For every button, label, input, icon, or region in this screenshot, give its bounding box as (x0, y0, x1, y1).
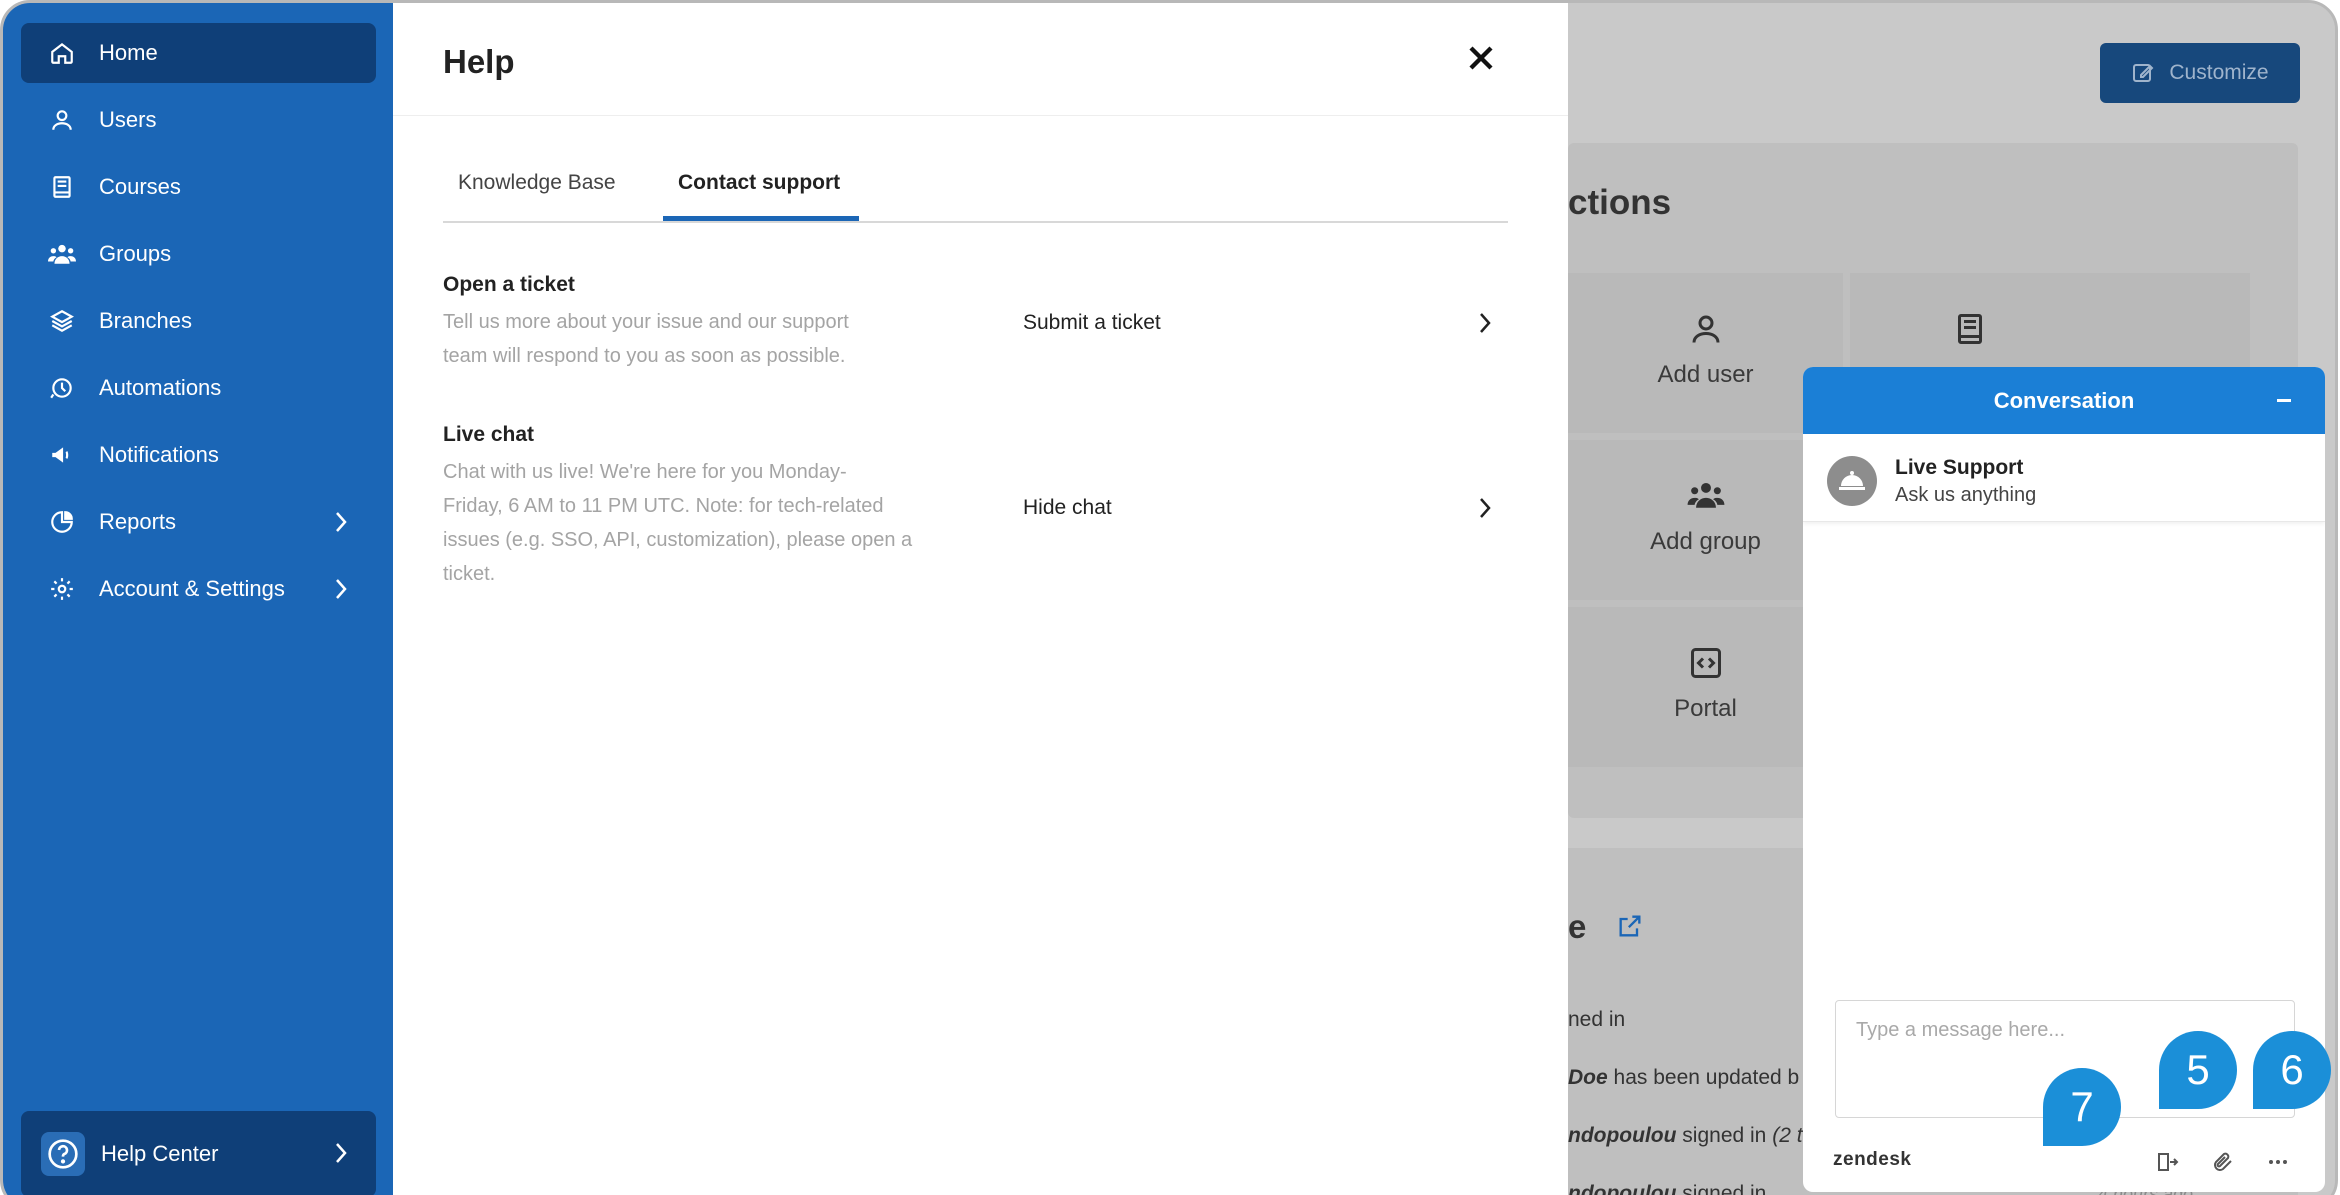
sidebar-item-label: Automations (99, 375, 222, 400)
sidebar-item-notifications[interactable]: Notifications (21, 425, 376, 485)
chevron-right-icon (334, 510, 348, 540)
sidebar-item-label: Groups (99, 241, 172, 266)
code-icon (1688, 645, 1724, 686)
minimize-icon[interactable] (2277, 399, 2291, 402)
tile-label: Portal (1674, 695, 1737, 722)
gear-icon (47, 574, 77, 604)
sidebar-item-label: Home (99, 40, 158, 65)
submit-ticket-link[interactable]: Submit a ticket (1023, 311, 1161, 335)
agent-info: Live Support Ask us anything (1803, 434, 2325, 522)
timeline-entry: Doe has been updated b (1568, 1066, 1800, 1089)
tile-add-user[interactable]: Add user (1568, 273, 1843, 433)
agent-name: Live Support (1895, 456, 2024, 479)
timeline-heading: e (1568, 908, 1644, 948)
help-center-label: Help Center (101, 1141, 219, 1166)
sidebar-item-automations[interactable]: Automations (21, 358, 376, 418)
callout-marker-5: 5 (2159, 1031, 2237, 1109)
callout-marker-7: 7 (2043, 1068, 2121, 1146)
open-ticket-title: Open a ticket (443, 273, 575, 296)
avatar (1827, 456, 1877, 506)
tile-add-group[interactable]: Add group (1568, 440, 1843, 600)
close-button[interactable] (1466, 43, 1502, 79)
group-icon (1686, 478, 1726, 517)
tab-knowledge-base[interactable]: Knowledge Base (458, 171, 616, 195)
question-icon (41, 1132, 85, 1176)
sidebar-item-reports[interactable]: Reports (21, 492, 376, 552)
timeline-entry: ned in (1568, 1008, 1626, 1031)
sidebar-item-label: Users (99, 107, 157, 132)
zendesk-logo: zendesk (1833, 1149, 1912, 1170)
live-chat-description: Chat with us live! We're here for you Mo… (443, 461, 913, 585)
book-icon (1952, 311, 1988, 352)
end-chat-icon[interactable] (2153, 1147, 2183, 1177)
chevron-right-icon (334, 577, 348, 607)
tab-contact-support[interactable]: Contact support (678, 171, 840, 195)
paperclip-icon[interactable] (2208, 1147, 2238, 1177)
close-icon (1469, 46, 1493, 70)
sidebar-item-users[interactable]: Users (21, 90, 376, 150)
customize-label: Customize (2169, 61, 2269, 84)
chat-title: Conversation (1993, 387, 2135, 413)
page-title: Help (443, 43, 515, 80)
edit-icon (2131, 61, 2155, 85)
timeline-entry: ndopoulou signed in (1568, 1182, 1767, 1195)
chevron-right-icon[interactable] (1478, 496, 1492, 525)
app-frame: Home Users Courses Groups Branches Autom… (0, 0, 2338, 1195)
pie-chart-icon (47, 507, 77, 537)
sidebar-item-branches[interactable]: Branches (21, 291, 376, 351)
group-icon (47, 239, 77, 269)
chat-widget: Conversation Live Support Ask us anythin… (1803, 367, 2325, 1192)
layers-icon (47, 306, 77, 336)
tile-label: Add user (1657, 361, 1754, 388)
hide-chat-link[interactable]: Hide chat (1023, 496, 1112, 520)
megaphone-icon (47, 440, 77, 470)
header-divider (393, 115, 1568, 116)
user-icon (47, 105, 77, 135)
sidebar-item-label: Account & Settings (99, 576, 285, 601)
tile-label: Add group (1650, 528, 1761, 555)
sidebar-item-groups[interactable]: Groups (21, 224, 376, 284)
timeline-entry: ndopoulou signed in (2 t (1568, 1124, 1803, 1147)
actions-heading: ctions (1568, 183, 1672, 222)
user-icon (1688, 311, 1724, 352)
chevron-right-icon[interactable] (1478, 311, 1492, 340)
more-options-icon[interactable] (2263, 1147, 2293, 1177)
help-center-button[interactable]: Help Center (21, 1111, 376, 1195)
sidebar: Home Users Courses Groups Branches Autom… (3, 3, 393, 1195)
help-tabs: Knowledge Base Contact support (443, 163, 1508, 223)
open-ticket-description: Tell us more about your issue and our su… (443, 311, 849, 367)
customize-button[interactable]: Customize (2100, 43, 2300, 103)
sidebar-item-account-settings[interactable]: Account & Settings (21, 559, 376, 619)
sidebar-item-label: Reports (99, 509, 177, 534)
book-icon (47, 172, 77, 202)
sidebar-item-label: Courses (99, 174, 181, 199)
callout-marker-6: 6 (2253, 1031, 2331, 1109)
sidebar-item-home[interactable]: Home (21, 23, 376, 83)
sidebar-item-label: Notifications (99, 442, 219, 467)
chevron-right-icon (334, 1141, 348, 1171)
sidebar-item-label: Branches (99, 308, 192, 333)
active-tab-indicator (663, 216, 859, 221)
home-icon (47, 38, 77, 68)
tile-portal[interactable]: Portal (1568, 607, 1843, 767)
automation-icon (47, 373, 77, 403)
chat-header: Conversation (1803, 367, 2325, 434)
help-panel: Help Knowledge Base Contact support Open… (393, 3, 1568, 1195)
external-link-icon[interactable] (1616, 910, 1644, 948)
live-chat-title: Live chat (443, 423, 535, 446)
sidebar-item-courses[interactable]: Courses (21, 157, 376, 217)
agent-subtitle: Ask us anything (1895, 484, 2037, 506)
